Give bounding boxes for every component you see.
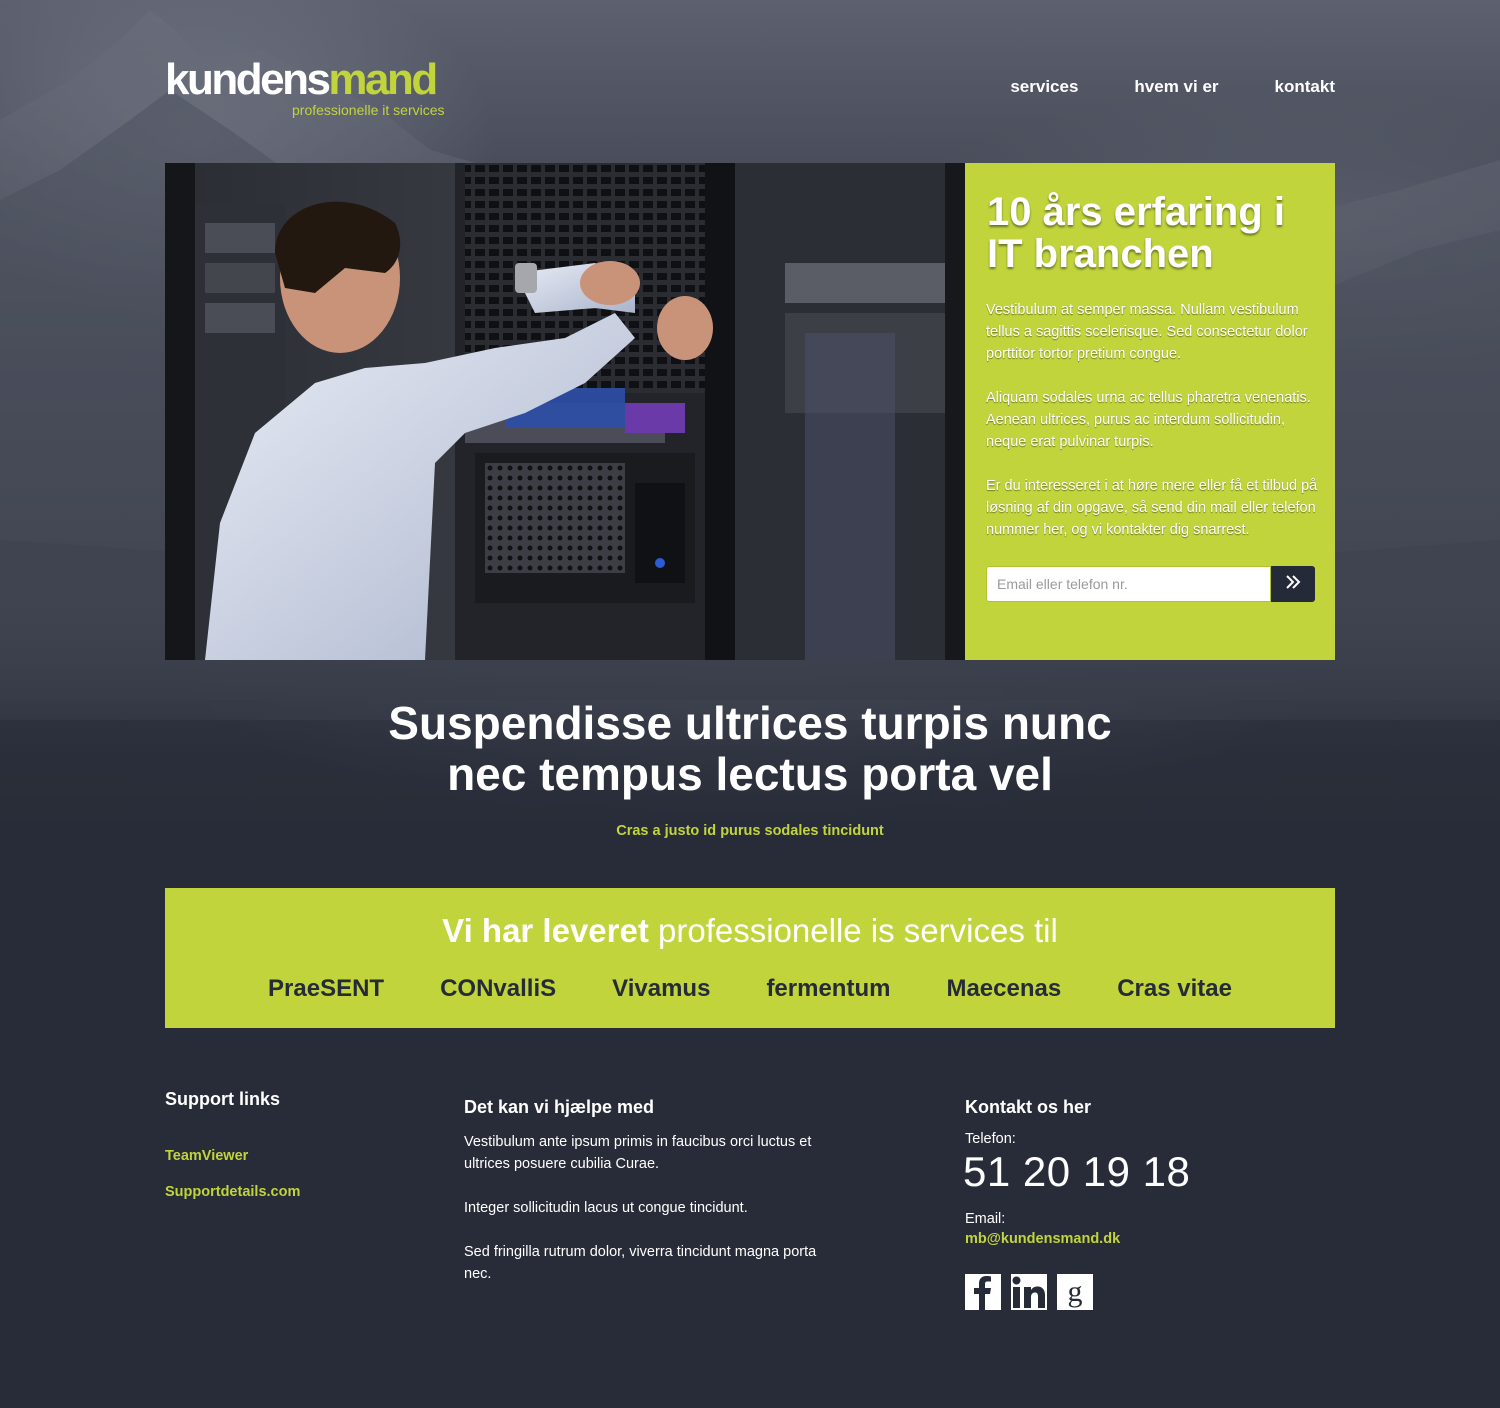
facebook-icon bbox=[965, 1274, 1001, 1310]
svg-text:g: g bbox=[1068, 1275, 1083, 1308]
email-label: Email: bbox=[965, 1211, 1006, 1227]
client-list: PraeSENT CONvalliS Vivamus fermentum Mae… bbox=[165, 973, 1335, 1005]
client-name: Cras vitae bbox=[1117, 975, 1232, 1002]
nav-contact[interactable]: kontakt bbox=[1275, 76, 1335, 98]
help-heading: Det kan vi hjælpe med bbox=[464, 1097, 655, 1117]
logo-wordmark: kundensmand bbox=[165, 58, 465, 102]
help-paragraph-1: Vestibulum ante ipsum primis in faucibus… bbox=[464, 1134, 812, 1172]
client-name: Maecenas bbox=[946, 975, 1062, 1002]
supportdetails-link[interactable]: Supportdetails.com bbox=[165, 1182, 300, 1202]
tagline-subtitle: Cras a justo id purus sodales tincidunt bbox=[616, 823, 884, 839]
client-name: fermentum bbox=[766, 975, 891, 1002]
hero-photo bbox=[165, 163, 965, 660]
logo[interactable]: kundensmand professionelle it services bbox=[165, 58, 465, 119]
main-nav: services hvem vi er kontakt bbox=[1010, 76, 1335, 98]
submit-button[interactable] bbox=[1271, 566, 1315, 602]
clients-banner bbox=[165, 888, 1335, 1028]
tagline-heading: Suspendisse ultrices turpis nunc nec tem… bbox=[250, 698, 1250, 800]
google-link[interactable]: g bbox=[1057, 1274, 1093, 1310]
hero-panel: 10 års erfaring i IT branchen Vestibulum… bbox=[965, 163, 1335, 660]
server-room-illustration bbox=[165, 163, 965, 660]
hero-heading: 10 års erfaring i IT branchen bbox=[987, 190, 1285, 276]
client-name: PraeSENT bbox=[268, 975, 385, 1002]
help-paragraph-2: Integer sollicitudin lacus ut congue tin… bbox=[464, 1200, 748, 1216]
contact-heading: Kontakt os her bbox=[965, 1097, 1092, 1117]
double-chevron-right-icon bbox=[1286, 575, 1301, 589]
phone-label: Telefon: bbox=[965, 1131, 1016, 1147]
facebook-link[interactable] bbox=[965, 1274, 1001, 1310]
help-paragraph-3: Sed fringilla rutrum dolor, viverra tinc… bbox=[464, 1244, 817, 1282]
google-icon: g bbox=[1057, 1274, 1093, 1310]
support-heading: Support links bbox=[165, 1089, 281, 1109]
nav-services[interactable]: services bbox=[1010, 76, 1078, 98]
phone-number: 51 20 19 18 bbox=[963, 1148, 1191, 1195]
clients-title-bold: Vi har leveret bbox=[442, 912, 649, 949]
linkedin-link[interactable] bbox=[1011, 1274, 1047, 1310]
hero-paragraph-1: Vestibulum at semper massa. Nullam vesti… bbox=[986, 302, 1308, 362]
hero-paragraph-3: Er du interesseret i at høre mere eller … bbox=[986, 478, 1318, 538]
clients-title: Vi har leveret professionelle is service… bbox=[0, 910, 1500, 952]
hero-paragraph-2: Aliquam sodales urna ac tellus pharetra … bbox=[986, 390, 1311, 450]
contact-input[interactable] bbox=[986, 566, 1271, 602]
client-name: Vivamus bbox=[612, 975, 711, 1002]
clients-title-light: professionelle is services til bbox=[658, 912, 1058, 949]
tagline-line-1: Suspendisse ultrices turpis nunc bbox=[388, 697, 1112, 749]
tagline-line-2: nec tempus lectus porta vel bbox=[447, 748, 1053, 800]
logo-tagline: professionelle it services bbox=[292, 102, 445, 118]
teamviewer-link[interactable]: TeamViewer bbox=[165, 1146, 248, 1166]
contact-signup-form bbox=[986, 566, 1315, 602]
nav-about[interactable]: hvem vi er bbox=[1134, 76, 1218, 98]
client-name: CONvalliS bbox=[440, 975, 557, 1002]
email-link[interactable]: mb@kundensmand.dk bbox=[965, 1229, 1120, 1249]
linkedin-icon bbox=[1011, 1274, 1047, 1310]
social-links: g bbox=[965, 1274, 1093, 1310]
logo-part-2: mand bbox=[328, 55, 438, 104]
logo-part-1: kundens bbox=[165, 55, 331, 104]
